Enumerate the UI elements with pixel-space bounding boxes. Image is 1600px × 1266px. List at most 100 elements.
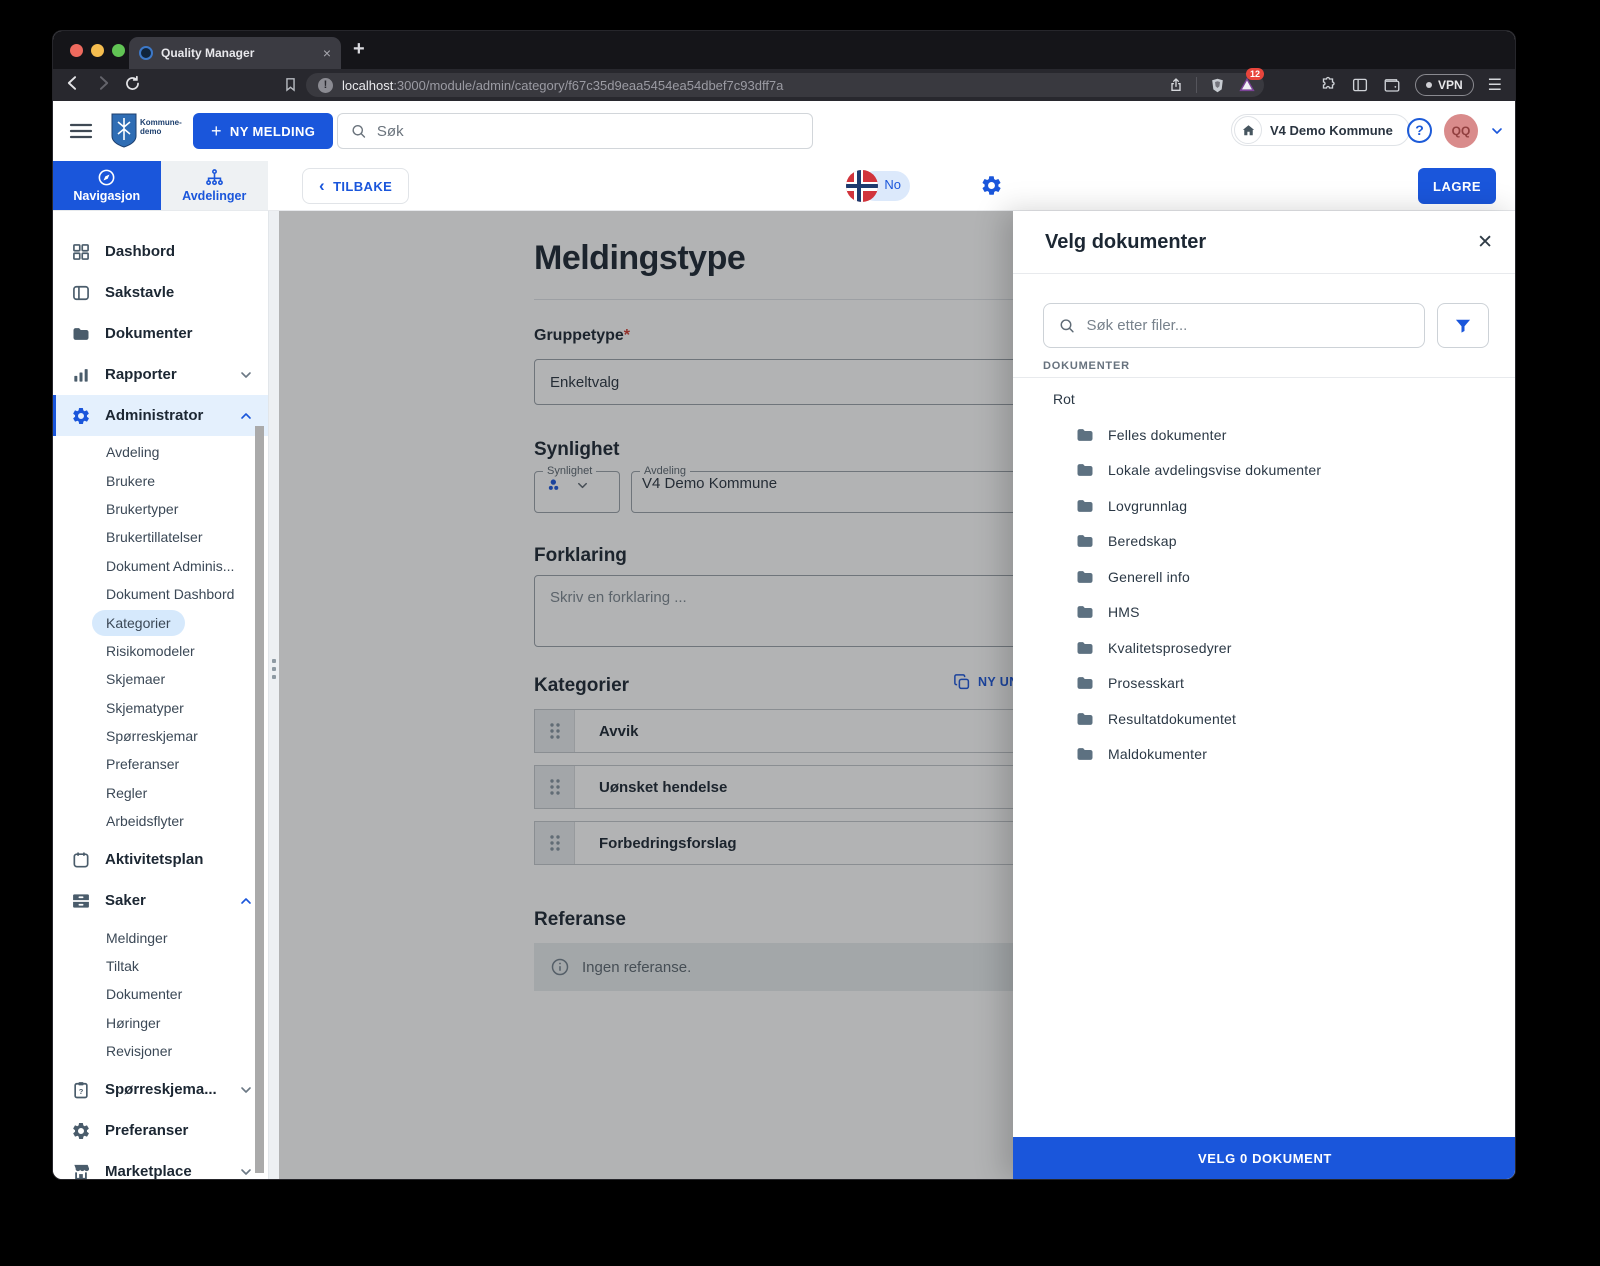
minimize-window-button[interactable] — [91, 44, 104, 57]
folder-icon — [1077, 428, 1093, 441]
sidebar-resize-handle[interactable] — [268, 211, 279, 1179]
share-icon[interactable] — [1168, 77, 1184, 93]
administrator-submenu: Avdeling Brukere Brukertyper Brukertilla… — [53, 436, 268, 839]
section-divider — [1013, 377, 1515, 378]
folder-item[interactable]: Lokale avdelingsvise dokumenter — [1013, 453, 1515, 489]
folder-tree: Felles dokumenter Lokale avdelingsvise d… — [1013, 417, 1515, 773]
avatar[interactable]: QQ — [1444, 114, 1478, 148]
clipboard-question-icon: ? — [74, 1082, 88, 1099]
folder-item[interactable]: Prosesskart — [1013, 666, 1515, 702]
app-menu-icon[interactable] — [69, 120, 93, 142]
chevron-down-icon — [241, 371, 251, 378]
new-message-button[interactable]: + NY MELDING — [193, 113, 334, 149]
sidebar-item-sakstavle[interactable]: Sakstavle — [53, 272, 268, 313]
app-header: Kommune-demo + NY MELDING V4 Demo Kommun… — [53, 101, 1515, 161]
sidebar-subitem[interactable]: Meldinger — [53, 923, 268, 951]
sidebar-subitem[interactable]: Preferanser — [53, 750, 268, 778]
folder-item[interactable]: Resultatdokumentet — [1013, 701, 1515, 737]
browser-menu-icon[interactable]: ☰ — [1488, 75, 1503, 95]
sidebar-item-dashbord[interactable]: Dashbord — [53, 231, 268, 272]
sidebar-subitem[interactable]: Risikomodeler — [53, 637, 268, 665]
root-node[interactable]: Rot — [1047, 387, 1081, 411]
window-controls — [70, 44, 125, 57]
file-search-input[interactable] — [1086, 317, 1410, 334]
sidebar-item-sporreskjema[interactable]: ? Spørreskjema... — [53, 1069, 268, 1110]
sidebar-subitem[interactable]: Revisjoner — [53, 1037, 268, 1065]
vpn-button[interactable]: VPN — [1414, 74, 1474, 96]
sidebar-item-aktivitetsplan[interactable]: Aktivitetsplan — [53, 839, 268, 880]
sidebar-item-rapporter[interactable]: Rapporter — [53, 354, 268, 395]
back-icon[interactable] — [63, 73, 83, 93]
sidebar-subitem[interactable]: Dokument Adminis... — [53, 552, 268, 580]
site-info-icon[interactable]: ! — [318, 77, 333, 93]
global-search-input[interactable] — [376, 122, 800, 140]
toolbar-divider — [1196, 77, 1197, 93]
wallet-icon[interactable] — [1383, 76, 1401, 94]
sidebar-subitem[interactable]: Avdeling — [53, 438, 268, 466]
bookmark-icon[interactable] — [282, 76, 299, 93]
sidebar-item-preferanser[interactable]: Preferanser — [53, 1110, 268, 1151]
chevron-down-icon — [241, 1169, 251, 1175]
folder-item[interactable]: Felles dokumenter — [1013, 417, 1515, 453]
folder-item[interactable]: HMS — [1013, 595, 1515, 631]
sidebar-item-administrator[interactable]: Administrator — [53, 395, 268, 436]
sidebar-subitem[interactable]: Regler — [53, 779, 268, 807]
account-chevron-down-icon[interactable] — [1489, 123, 1505, 139]
organization-button[interactable]: V4 Demo Kommune — [1231, 114, 1410, 146]
sidebar-item-saker[interactable]: Saker — [53, 880, 268, 921]
reload-icon[interactable] — [123, 74, 142, 93]
gear-icon — [73, 1122, 89, 1139]
folder-icon — [1077, 570, 1093, 583]
folder-item[interactable]: Kvalitetsprosedyrer — [1013, 630, 1515, 666]
help-icon[interactable]: ? — [1407, 118, 1432, 143]
sidebar-scrollbar[interactable] — [255, 426, 264, 1173]
url-bar[interactable]: ! localhost:3000/module/admin/category/f… — [306, 68, 1264, 97]
back-button[interactable]: ‹ TILBAKE — [302, 168, 410, 204]
sidebar-subitem[interactable]: Tiltak — [53, 952, 268, 980]
folder-item[interactable]: Maldokumenter — [1013, 737, 1515, 773]
sidebar-item-dokumenter[interactable]: Dokumenter — [53, 313, 268, 354]
sidebar-subitem[interactable]: Brukertillatelser — [53, 523, 268, 551]
compass-icon — [98, 169, 115, 186]
sidebar-subitem[interactable]: Spørreskjemar — [53, 722, 268, 750]
global-search[interactable] — [337, 113, 813, 149]
sidebar-toggle-icon[interactable] — [1351, 76, 1369, 94]
forward-icon[interactable] — [93, 73, 113, 93]
folder-item[interactable]: Lovgrunnlag — [1013, 488, 1515, 524]
sidebar-subitem[interactable]: Dokument Dashbord — [53, 580, 268, 608]
drawer-icon — [73, 894, 89, 908]
new-tab-button[interactable]: + — [353, 38, 365, 61]
search-icon — [1060, 319, 1074, 333]
close-icon[interactable]: ✕ — [1477, 231, 1493, 254]
folder-item[interactable]: Beredskap — [1013, 524, 1515, 560]
sidebar-subitem[interactable]: Skjematyper — [53, 694, 268, 722]
sidebar-subitem[interactable]: Arbeidsflyter — [53, 807, 268, 835]
browser-tab[interactable]: Quality Manager × — [129, 37, 341, 69]
select-documents-button[interactable]: VELG 0 DOKUMENT — [1013, 1137, 1515, 1179]
tab-avdelinger[interactable]: Avdelinger — [160, 161, 268, 210]
tab-navigasjon[interactable]: Navigasjon — [53, 161, 161, 210]
language-selector[interactable]: No — [846, 170, 910, 202]
tab-close-icon[interactable]: × — [323, 45, 331, 61]
file-search[interactable] — [1043, 303, 1425, 348]
sidebar-subitem[interactable]: Kategorier — [53, 608, 268, 636]
extensions-icon[interactable] — [1319, 76, 1337, 94]
folder-item[interactable]: Generell info — [1013, 559, 1515, 595]
filter-button[interactable] — [1437, 303, 1489, 348]
sidebar-subitem[interactable]: Skjemaer — [53, 665, 268, 693]
app-logo[interactable]: Kommune-demo — [110, 112, 182, 148]
chevron-down-icon — [241, 1087, 251, 1093]
sidebar-subitem[interactable]: Brukertyper — [53, 495, 268, 523]
sidebar-subitem[interactable]: Brukere — [53, 466, 268, 494]
folder-icon — [1077, 641, 1093, 654]
close-window-button[interactable] — [70, 44, 83, 57]
brave-shield-icon[interactable] — [1209, 77, 1226, 94]
sidebar-subitem[interactable]: Høringer — [53, 1009, 268, 1037]
settings-gear-icon[interactable] — [980, 174, 1003, 197]
maximize-window-button[interactable] — [112, 44, 125, 57]
sidebar-item-marketplace[interactable]: Marketplace — [53, 1151, 268, 1179]
bar-chart-icon — [74, 368, 88, 382]
document-picker-drawer: Velg dokumenter ✕ DOKUMENTER Rot Felles … — [1013, 211, 1515, 1179]
sidebar-subitem[interactable]: Dokumenter — [53, 980, 268, 1008]
save-button[interactable]: LAGRE — [1418, 168, 1496, 204]
